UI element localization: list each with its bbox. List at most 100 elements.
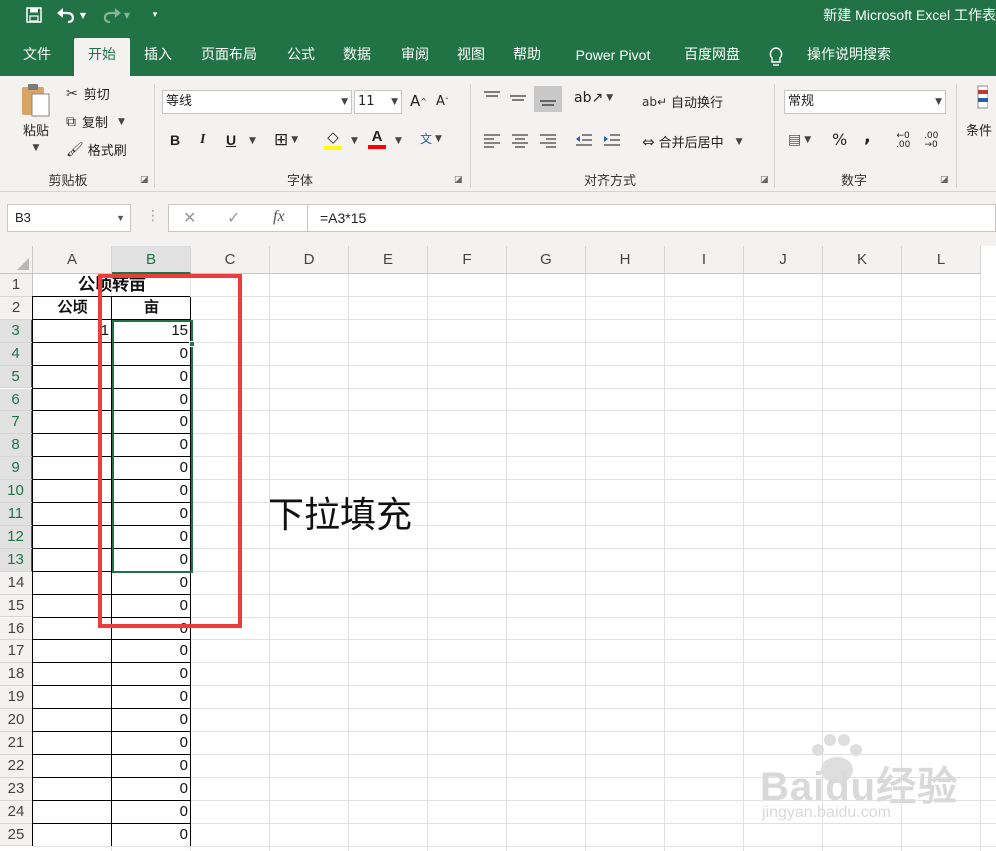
cell-b23-value[interactable]: 0 xyxy=(112,778,191,801)
alignment-launcher-icon[interactable]: ◪ xyxy=(760,175,769,185)
column-header-f[interactable]: F xyxy=(428,246,507,274)
font-name-combo[interactable]: 等线 ▼ xyxy=(162,90,352,114)
column-header-d[interactable]: D xyxy=(270,246,349,274)
increase-font-icon[interactable]: A ^ xyxy=(410,92,427,110)
align-middle-icon[interactable] xyxy=(508,90,528,106)
tell-me-search[interactable]: 操作说明搜索 xyxy=(794,38,904,76)
row-header-15[interactable]: 15 xyxy=(0,594,33,618)
column-header-c[interactable]: C xyxy=(191,246,270,274)
tab-help[interactable]: 帮助 xyxy=(502,38,552,76)
paste-button[interactable]: 粘贴 ▼ xyxy=(14,82,58,166)
tab-home[interactable]: 开始 xyxy=(74,38,130,76)
tab-insert[interactable]: 插入 xyxy=(134,38,182,76)
row-header-10[interactable]: 10 xyxy=(0,480,33,503)
row-header-3[interactable]: 3 xyxy=(0,319,33,343)
copy-dropdown-icon[interactable]: ▼ xyxy=(118,117,125,127)
tab-page-layout[interactable]: 页面布局 xyxy=(190,38,268,76)
row-header-24[interactable]: 24 xyxy=(0,800,33,824)
formula-input[interactable]: =A3*15 xyxy=(308,204,996,232)
increase-decimal-icon[interactable]: ←0.00 xyxy=(896,132,910,150)
row-header-12[interactable]: 12 xyxy=(0,525,33,549)
row-header-2[interactable]: 2 xyxy=(0,296,33,320)
row-header-11[interactable]: 11 xyxy=(0,503,33,526)
tab-file[interactable]: 文件 xyxy=(12,38,62,76)
save-icon[interactable] xyxy=(22,4,46,26)
column-header-a[interactable]: A xyxy=(33,246,112,274)
fill-color-icon[interactable]: ◇ xyxy=(324,128,342,150)
cell-b25-value[interactable]: 0 xyxy=(112,824,191,847)
increase-indent-icon[interactable] xyxy=(602,132,622,148)
clipboard-launcher-icon[interactable]: ◪ xyxy=(140,175,149,185)
row-header-8[interactable]: 8 xyxy=(0,434,33,458)
decrease-font-icon[interactable]: Aˇ xyxy=(436,94,449,109)
align-top-icon[interactable] xyxy=(482,90,502,106)
row-header-13[interactable]: 13 xyxy=(0,548,33,572)
row-header-4[interactable]: 4 xyxy=(0,342,33,366)
underline-dropdown-icon[interactable]: ▼ xyxy=(246,136,256,146)
row-header-21[interactable]: 21 xyxy=(0,732,33,755)
decrease-decimal-icon[interactable]: .00 →0 xyxy=(924,132,938,150)
underline-button[interactable]: U xyxy=(226,132,236,148)
align-left-icon[interactable] xyxy=(482,132,502,148)
customize-quick-access-icon[interactable]: ▾ xyxy=(146,4,164,26)
font-color-icon[interactable]: A xyxy=(368,128,386,149)
row-header-19[interactable]: 19 xyxy=(0,686,33,710)
fill-color-dropdown-icon[interactable]: ▼ xyxy=(348,136,358,146)
tab-data[interactable]: 数据 xyxy=(332,38,382,76)
row-header-1[interactable]: 1 xyxy=(0,274,33,297)
select-all-button[interactable] xyxy=(0,246,33,274)
column-header-h[interactable]: H xyxy=(586,246,665,274)
undo-icon[interactable]: ▼ xyxy=(56,4,86,26)
row-header-22[interactable]: 22 xyxy=(0,754,33,778)
cell-b17-value[interactable]: 0 xyxy=(112,640,191,663)
align-center-icon[interactable] xyxy=(510,132,530,148)
phonetic-guide-icon[interactable]: 文 ▼ xyxy=(420,130,442,147)
copy-button[interactable]: ⧉ 复制 ▼ xyxy=(66,112,125,132)
cell-b18-value[interactable]: 0 xyxy=(112,663,191,686)
column-header-k[interactable]: K xyxy=(823,246,902,274)
number-format-combo[interactable]: 常规 ▼ xyxy=(784,90,946,114)
tab-power-pivot[interactable]: Power Pivot xyxy=(562,38,664,76)
paste-dropdown-icon[interactable]: ▼ xyxy=(33,143,40,153)
column-header-j[interactable]: J xyxy=(744,246,823,274)
cell-b24-value[interactable]: 0 xyxy=(112,801,191,824)
decrease-indent-icon[interactable] xyxy=(574,132,594,148)
font-color-dropdown-icon[interactable]: ▼ xyxy=(392,136,402,146)
row-header-17[interactable]: 17 xyxy=(0,640,33,664)
font-launcher-icon[interactable]: ◪ xyxy=(454,175,463,185)
tab-formulas[interactable]: 公式 xyxy=(276,38,326,76)
align-right-icon[interactable] xyxy=(538,132,558,148)
row-header-5[interactable]: 5 xyxy=(0,365,33,389)
column-header-i[interactable]: I xyxy=(665,246,744,274)
bold-button[interactable]: B xyxy=(170,132,180,148)
merge-dropdown-icon[interactable]: ▼ xyxy=(736,137,743,147)
row-header-23[interactable]: 23 xyxy=(0,777,33,801)
italic-button[interactable]: I xyxy=(200,132,205,148)
wrap-text-button[interactable]: ab↵ 自动换行 xyxy=(642,92,723,112)
row-header-9[interactable]: 9 xyxy=(0,457,33,481)
cell-b20-value[interactable]: 0 xyxy=(112,709,191,732)
orientation-icon[interactable]: ab↗ ▼ xyxy=(574,90,613,106)
cell-b19-value[interactable]: 0 xyxy=(112,686,191,709)
formula-bar-grip-icon[interactable]: ⋮ xyxy=(146,208,160,224)
format-painter-button[interactable]: 🖌 格式刷 xyxy=(66,140,127,160)
redo-icon[interactable]: ▼ xyxy=(100,4,130,26)
merge-center-button[interactable]: ⇔ 合并后居中 ▼ xyxy=(642,132,743,152)
cell-b21-value[interactable]: 0 xyxy=(112,732,191,755)
cut-button[interactable]: ✂ 剪切 xyxy=(66,84,110,104)
insert-function-icon[interactable]: fx xyxy=(273,208,285,226)
row-header-18[interactable]: 18 xyxy=(0,663,33,687)
enter-icon[interactable]: ✓ xyxy=(227,208,240,227)
tab-review[interactable]: 审阅 xyxy=(390,38,440,76)
number-launcher-icon[interactable]: ◪ xyxy=(940,175,949,185)
accounting-format-icon[interactable]: ▤ ▼ xyxy=(788,132,811,148)
row-header-14[interactable]: 14 xyxy=(0,571,33,595)
column-header-b[interactable]: B xyxy=(112,246,191,274)
row-header-6[interactable]: 6 xyxy=(0,388,33,412)
column-header-e[interactable]: E xyxy=(349,246,428,274)
conditional-formatting-button[interactable]: 条件 xyxy=(966,84,992,139)
row-header-16[interactable]: 16 xyxy=(0,617,33,641)
column-header-l[interactable]: L xyxy=(902,246,981,274)
cell-b22-value[interactable]: 0 xyxy=(112,755,191,778)
font-size-combo[interactable]: 11 ▼ xyxy=(354,90,402,114)
